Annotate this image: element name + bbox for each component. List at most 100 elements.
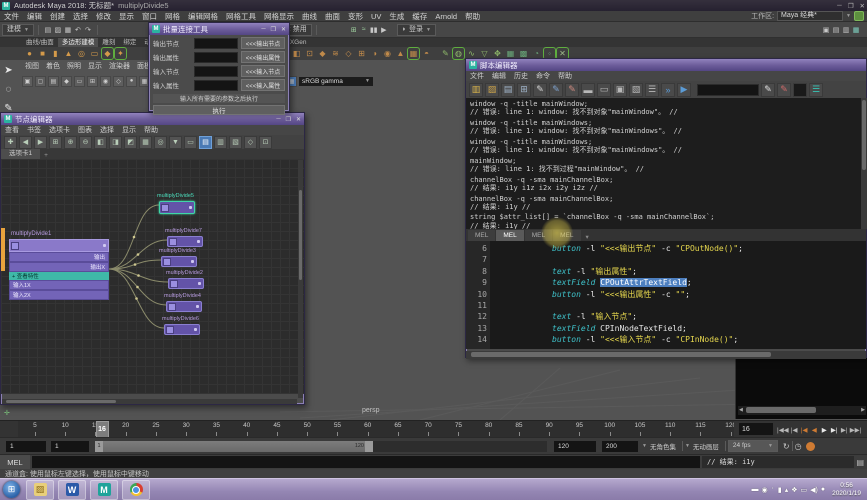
auto-keyframe-icon[interactable] [806,442,815,451]
current-time-marker[interactable]: 16 [96,421,109,438]
system-clock[interactable]: 0:56 2020/1/19 [828,482,865,497]
line-numbers-icon[interactable]: ☰ [645,83,659,97]
dialog-row-field[interactable] [194,52,238,63]
chrome-icon[interactable] [122,480,150,500]
playback-start-field[interactable]: 1 [51,441,89,452]
node-collapse-dot[interactable] [103,244,106,247]
node-attr-row[interactable]: 输出 [9,252,109,262]
ne-menu-帮助[interactable]: 帮助 [140,125,162,135]
bookmark-icon[interactable]: ◆ [61,76,72,87]
input-connections-icon[interactable]: ◧ [94,136,107,149]
panel-menu-着色[interactable]: 着色 [43,61,63,70]
menu-编辑网格[interactable]: 编辑网格 [184,11,222,22]
history-search-input[interactable] [697,84,759,96]
step-forward-key-button[interactable]: ▶| [830,426,839,434]
code-line[interactable] [552,300,866,311]
menu-选择[interactable]: 选择 [69,11,92,22]
pause-icon[interactable]: ▮▮ [369,25,379,35]
anim-layer-selector[interactable]: 无动画层 [693,441,719,451]
back-icon[interactable]: ◀ [19,136,32,149]
ne-menu-书签[interactable]: 书签 [23,125,45,135]
ne-menu-选择[interactable]: 选择 [96,125,118,135]
go-to-end-button[interactable]: ▶▶| [850,426,862,434]
start-button[interactable]: ⊞ [3,481,20,498]
step-back-key-button[interactable]: |◀ [800,426,809,434]
tab-menu-button[interactable]: ▾ [582,233,593,241]
menu-UV[interactable]: UV [367,12,385,21]
display-icon[interactable]: ▭ [801,486,808,494]
code-line[interactable]: button -l "<<<输出节点" -c "CPOutNode()"; [552,243,866,254]
menu-窗口[interactable]: 窗口 [138,11,161,22]
multi-cut-icon[interactable]: ◇ [343,48,354,59]
layout-history-icon[interactable]: ▬ [581,83,595,97]
poly-sphere-icon[interactable]: ● [24,48,35,59]
character-set-selector[interactable]: 无角色集 [650,441,676,451]
poly-cylinder-icon[interactable]: ▮ [50,48,61,59]
remove-from-graph-icon[interactable]: ⊖ [79,136,92,149]
se-menu-编辑[interactable]: 编辑 [488,71,510,81]
options-menu-icon[interactable]: ☰ [809,83,823,97]
tool-settings-icon[interactable]: ▥ [841,25,851,35]
maya-icon[interactable]: M [90,480,118,500]
range-end-handle[interactable] [365,441,373,452]
minimize-button[interactable]: ─ [837,2,842,10]
add-tab-button[interactable]: + [40,152,52,159]
node-collapse-dot[interactable] [197,240,200,243]
add-to-graph-icon[interactable]: ⊕ [64,136,77,149]
wechat-icon[interactable]: ● [821,486,825,493]
execute-icon[interactable]: ▶ [677,83,691,97]
dialog-minimize-button[interactable]: ─ [261,26,265,33]
history-vscrollbar[interactable] [861,98,867,229]
menu-曲面[interactable]: 曲面 [321,11,344,22]
skype-icon[interactable]: ◉ [762,486,768,494]
code-line[interactable]: button -l "<<<输入节点" -c "CPInNode()"; [552,334,866,345]
select-camera-icon[interactable]: ▣ [22,76,33,87]
explorer-icon[interactable]: ▨ [26,480,54,500]
attribute-editor-icon[interactable]: ▤ [831,25,841,35]
separate-icon[interactable]: ◧ [291,48,302,59]
bridge-icon[interactable]: ≋ [330,48,341,59]
anim-preferences-icon[interactable]: ◷ [795,442,802,451]
snap-curve-icon[interactable]: ≈ [359,25,369,35]
dialog-maximize-button[interactable]: ❐ [271,26,276,33]
step-forward-frame-button[interactable]: ▶| [840,426,849,434]
node-attr-row[interactable]: 输入2X [9,290,109,300]
camera-attributes-icon[interactable]: ▤ [48,76,59,87]
maximize-button[interactable]: ❐ [848,2,854,10]
mirror-icon[interactable]: ◑ [369,48,380,59]
expanded-node-header[interactable] [9,239,109,252]
poly-plane-icon[interactable]: ▭ [89,48,100,59]
script-editor-title-bar[interactable]: M 脚本编辑器 [466,59,866,71]
menu-缓存[interactable]: 缓存 [408,11,431,22]
word-icon[interactable]: W [58,480,86,500]
shelf-tab-雕刻[interactable]: 雕刻 [98,38,119,47]
dialog-row-button[interactable]: <<<输入节点 [241,65,285,77]
new-tab-icon[interactable]: ⊞ [517,83,531,97]
node-editor-close-button[interactable]: ✕ [296,116,301,123]
menu-网格[interactable]: 网格 [161,11,184,22]
colorspace-selector[interactable]: sRGB gamma▼ [299,77,373,86]
zoom-icon[interactable]: ◎ [154,136,167,149]
lasso-tool-icon[interactable]: ◌ [2,83,15,96]
side-panel-hscrollbar[interactable]: ◀ ▶ [738,406,866,415]
shape-display-icon[interactable]: ◇ [244,136,257,149]
node-multiplyDivide5[interactable] [159,201,195,214]
shaded-icon[interactable]: ● [126,76,137,87]
node-collapse-dot[interactable] [191,260,194,263]
paint-effects-icon[interactable]: ✎ [440,48,451,59]
ne-menu-显示[interactable]: 显示 [118,125,140,135]
play-backwards-button[interactable]: ◀ [810,426,819,434]
smooth-icon[interactable]: ◉ [382,48,393,59]
node-feature-row[interactable]: + 查看特性 [9,272,109,280]
script-tab-2[interactable]: MEL [496,230,523,241]
full-view-icon[interactable]: ▥ [214,136,227,149]
snap-grid-icon[interactable]: ⊞ [349,25,359,35]
time-slider[interactable]: 5101520253035404550556065707580859095100… [0,420,867,437]
dialog-row-field[interactable] [194,38,238,49]
hidden-icons-icon[interactable]: ▴ [785,486,789,494]
node-attr-row[interactable]: 输入1X [9,280,109,290]
menu-修改[interactable]: 修改 [92,11,115,22]
code-line[interactable]: textField CPInNodeTextField; [552,323,866,334]
layout-input-icon[interactable]: ▭ [597,83,611,97]
new-scene-icon[interactable]: ▤ [43,25,53,35]
